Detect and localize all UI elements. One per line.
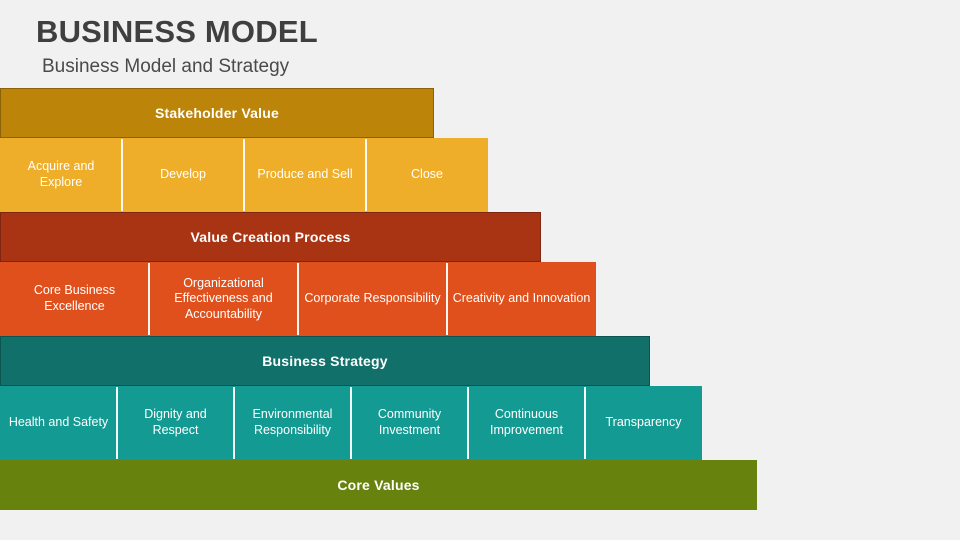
tier-cell[interactable]: Environmental Responsibility	[235, 387, 352, 459]
tier-band-core-values[interactable]: Core Values	[0, 460, 757, 510]
tier-cells-business-strategy: Health and Safety Dignity and Respect En…	[0, 386, 702, 460]
tier-cell[interactable]: Organizational Effectiveness and Account…	[150, 263, 299, 335]
tier-cell[interactable]: Produce and Sell	[245, 139, 367, 211]
tier-band-stakeholder-value[interactable]: Stakeholder Value	[0, 88, 434, 138]
slide-header: BUSINESS MODEL Business Model and Strate…	[36, 14, 736, 77]
tier-cells-value-creation-process: Core Business Excellence Organizational …	[0, 262, 596, 336]
page-title: BUSINESS MODEL	[36, 14, 318, 49]
tier-cell[interactable]: Corporate Responsibility	[299, 263, 448, 335]
tier-cell[interactable]: Close	[367, 139, 487, 211]
tier-band-business-strategy[interactable]: Business Strategy	[0, 336, 650, 386]
tier-cells-stakeholder-value: Acquire and Explore Develop Produce and …	[0, 138, 488, 212]
page-subtitle: Business Model and Strategy	[42, 55, 290, 77]
tier-cell[interactable]: Community Investment	[352, 387, 469, 459]
tier-cell[interactable]: Health and Safety	[1, 387, 118, 459]
tier-cell[interactable]: Acquire and Explore	[1, 139, 123, 211]
tier-cell[interactable]: Develop	[123, 139, 245, 211]
tier-band-value-creation-process[interactable]: Value Creation Process	[0, 212, 541, 262]
tier-cell[interactable]: Dignity and Respect	[118, 387, 235, 459]
tier-cell[interactable]: Transparency	[586, 387, 701, 459]
tier-cell[interactable]: Continuous Improvement	[469, 387, 586, 459]
slide-canvas: BUSINESS MODEL Business Model and Strate…	[0, 0, 960, 540]
tier-cell[interactable]: Creativity and Innovation	[448, 263, 595, 335]
tier-cell[interactable]: Core Business Excellence	[1, 263, 150, 335]
